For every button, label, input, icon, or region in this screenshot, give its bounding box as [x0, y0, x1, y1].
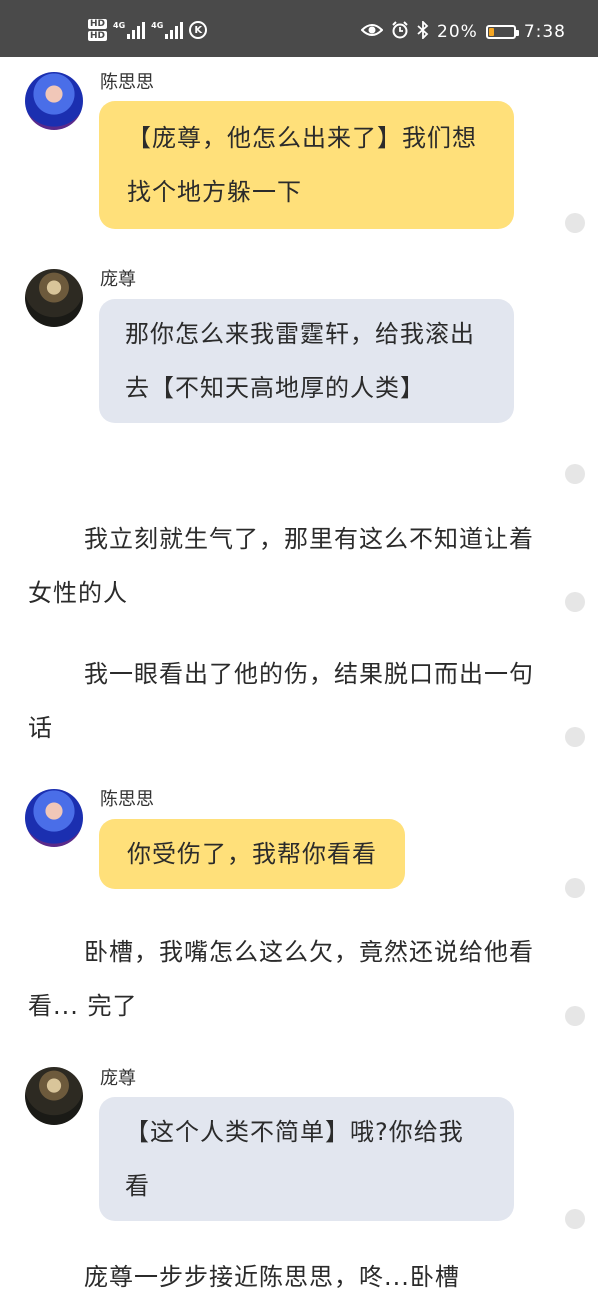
dot-indicator[interactable] [565, 727, 585, 747]
chat-bubble[interactable]: 【这个人类不简单】哦?你给我看 [99, 1097, 514, 1221]
status-left: HD HD 4G 4G K [88, 15, 208, 45]
hd-icon: HD [88, 31, 108, 41]
blue-hair-avatar[interactable] [25, 789, 83, 847]
sender-name: 庞尊 [100, 1068, 136, 1089]
bluetooth-icon [417, 19, 429, 44]
narration-text: 卧槽，我嘴怎么这么欠，竟然还说给他看看... 完了 [28, 938, 534, 1020]
status-right: 20% 7:38 [360, 19, 566, 44]
battery-fill [488, 28, 494, 36]
dot-indicator[interactable] [565, 1006, 585, 1026]
clock-time: 7:38 [523, 22, 566, 42]
signal-icon: 4G [113, 21, 146, 39]
dot-indicator[interactable] [565, 592, 585, 612]
dot-indicator[interactable] [565, 878, 585, 898]
sender-name: 陈思思 [100, 72, 154, 93]
dark-warrior-avatar[interactable] [25, 269, 83, 327]
network-type: 4G [113, 21, 126, 30]
signal-icon: 4G [151, 21, 184, 39]
hd-indicators: HD HD [88, 19, 108, 41]
network-type: 4G [151, 21, 164, 30]
dot-indicator[interactable] [565, 464, 585, 484]
eye-icon [360, 22, 384, 43]
dark-warrior-avatar[interactable] [25, 1067, 83, 1125]
narration-text: 我立刻就生气了，那里有这么不知道让着女性的人 [28, 525, 534, 607]
sender-name: 陈思思 [100, 789, 154, 810]
status-bar: HD HD 4G 4G K 20% 7:38 [0, 0, 598, 57]
dot-indicator[interactable] [565, 1209, 585, 1229]
alarm-icon [391, 20, 409, 44]
dot-indicator[interactable] [565, 213, 585, 233]
sender-name: 庞尊 [100, 269, 136, 290]
blue-hair-avatar[interactable] [25, 72, 83, 130]
hd-icon: HD [88, 19, 108, 29]
narration-text: 庞尊一步步接近陈思思，咚...卧槽 [84, 1263, 460, 1291]
k-app-icon: K [189, 21, 208, 39]
chat-bubble[interactable]: 那你怎么来我雷霆轩，给我滚出去【不知天高地厚的人类】 [99, 299, 514, 423]
narration-text: 我一眼看出了他的伤，结果脱口而出一句话 [28, 660, 534, 742]
battery-percent: 20% [437, 22, 478, 42]
battery-icon [485, 25, 519, 39]
chat-bubble[interactable]: 你受伤了，我帮你看看 [99, 819, 405, 889]
chat-bubble[interactable]: 【庞尊，他怎么出来了】我们想找个地方躲一下 [99, 101, 514, 229]
